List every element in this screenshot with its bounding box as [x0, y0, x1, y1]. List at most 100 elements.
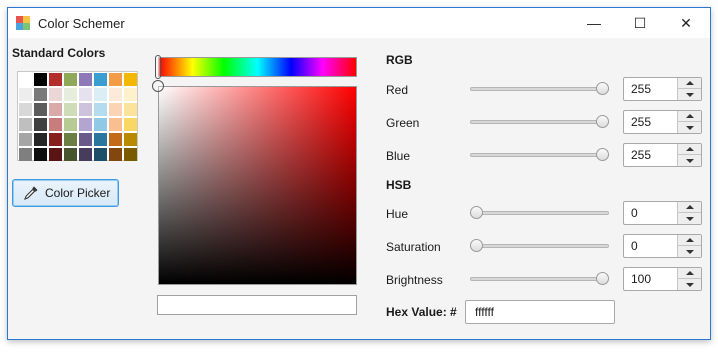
color-swatch[interactable] [109, 73, 122, 86]
blue-increment-button[interactable] [678, 144, 701, 155]
color-swatch[interactable] [109, 103, 122, 116]
maximize-button[interactable]: ☐ [617, 8, 663, 38]
brightness-increment-button[interactable] [678, 268, 701, 279]
color-swatch[interactable] [64, 103, 77, 116]
blue-slider-thumb[interactable] [596, 148, 609, 161]
red-slider-track[interactable] [470, 87, 609, 91]
hue-spinner[interactable]: 0 [623, 201, 702, 225]
green-decrement-button[interactable] [678, 122, 701, 133]
minimize-button[interactable]: — [571, 8, 617, 38]
color-swatch[interactable] [64, 73, 77, 86]
color-swatch[interactable] [94, 148, 107, 161]
color-swatch[interactable] [19, 133, 32, 146]
hex-value-label: Hex Value: # [386, 305, 457, 319]
hue-bar[interactable] [158, 57, 357, 77]
color-swatch[interactable] [34, 73, 47, 86]
color-swatch[interactable] [19, 73, 32, 86]
color-swatch[interactable] [49, 148, 62, 161]
blue-value: 255 [631, 148, 652, 162]
red-slider-thumb[interactable] [596, 82, 609, 95]
color-swatch[interactable] [79, 148, 92, 161]
color-picker-button[interactable]: Color Picker [12, 179, 119, 207]
green-slider-thumb[interactable] [596, 115, 609, 128]
color-swatch[interactable] [49, 133, 62, 146]
hue-slider-track[interactable] [470, 211, 609, 215]
hue-increment-button[interactable] [678, 202, 701, 213]
color-swatch[interactable] [109, 118, 122, 131]
rgb-section-title: RGB [386, 53, 413, 67]
color-swatch[interactable] [34, 118, 47, 131]
saturation-label: Saturation [386, 240, 441, 254]
color-swatch[interactable] [79, 103, 92, 116]
arrow-up-icon [685, 114, 694, 118]
color-swatch[interactable] [34, 103, 47, 116]
color-swatch[interactable] [109, 88, 122, 101]
color-swatch[interactable] [49, 88, 62, 101]
color-swatch[interactable] [34, 148, 47, 161]
color-swatch[interactable] [124, 148, 137, 161]
color-swatch[interactable] [124, 103, 137, 116]
color-swatch[interactable] [64, 133, 77, 146]
green-increment-button[interactable] [678, 111, 701, 122]
color-swatch[interactable] [64, 118, 77, 131]
saturation-increment-button[interactable] [678, 235, 701, 246]
brightness-value: 100 [631, 272, 652, 286]
hue-handle[interactable] [155, 55, 161, 79]
saturation-spinner[interactable]: 0 [623, 234, 702, 258]
saturation-slider-track[interactable] [470, 244, 609, 248]
green-slider-track[interactable] [470, 120, 609, 124]
color-swatch[interactable] [109, 148, 122, 161]
color-swatch[interactable] [19, 118, 32, 131]
blue-slider-track[interactable] [470, 153, 609, 157]
color-swatch[interactable] [34, 133, 47, 146]
brightness-slider-thumb[interactable] [596, 272, 609, 285]
red-spinner[interactable]: 255 [623, 77, 702, 101]
color-swatch[interactable] [64, 148, 77, 161]
green-spinner[interactable]: 255 [623, 110, 702, 134]
color-swatch[interactable] [19, 103, 32, 116]
standard-colors-title: Standard Colors [12, 46, 106, 60]
color-swatch[interactable] [49, 118, 62, 131]
color-swatch[interactable] [94, 88, 107, 101]
color-swatch[interactable] [109, 133, 122, 146]
color-swatch[interactable] [124, 88, 137, 101]
color-swatch[interactable] [94, 73, 107, 86]
color-swatch[interactable] [34, 88, 47, 101]
red-decrement-button[interactable] [678, 89, 701, 100]
color-swatch[interactable] [79, 118, 92, 131]
color-swatch[interactable] [19, 88, 32, 101]
blue-spinner[interactable]: 255 [623, 143, 702, 167]
color-swatch[interactable] [49, 73, 62, 86]
color-swatch[interactable] [64, 88, 77, 101]
saturation-brightness-area[interactable] [158, 86, 357, 285]
brightness-spinner[interactable]: 100 [623, 267, 702, 291]
arrow-down-icon [685, 282, 694, 287]
hue-slider-thumb[interactable] [470, 206, 483, 219]
blue-decrement-button[interactable] [678, 155, 701, 166]
color-swatch[interactable] [49, 103, 62, 116]
saturation-slider-thumb[interactable] [470, 239, 483, 252]
saturation-decrement-button[interactable] [678, 246, 701, 257]
hex-value-input[interactable]: ffffff [465, 300, 615, 324]
saturation-brightness-handle[interactable] [152, 80, 164, 92]
brightness-slider-track[interactable] [470, 277, 609, 281]
color-swatch[interactable] [124, 73, 137, 86]
color-swatch[interactable] [94, 103, 107, 116]
color-swatch[interactable] [79, 133, 92, 146]
color-swatch[interactable] [79, 88, 92, 101]
red-increment-button[interactable] [678, 78, 701, 89]
color-swatch[interactable] [79, 73, 92, 86]
hue-decrement-button[interactable] [678, 213, 701, 224]
brightness-decrement-button[interactable] [678, 279, 701, 290]
hsb-section-title: HSB [386, 178, 412, 192]
title-bar[interactable]: Color Schemer — ☐ ✕ [8, 8, 710, 38]
color-swatch[interactable] [94, 133, 107, 146]
color-swatch[interactable] [124, 133, 137, 146]
color-swatch[interactable] [19, 148, 32, 161]
color-swatch[interactable] [124, 118, 137, 131]
arrow-up-icon [685, 271, 694, 275]
red-label: Red [386, 83, 409, 97]
close-button[interactable]: ✕ [663, 8, 709, 38]
arrow-up-icon [685, 205, 694, 209]
color-swatch[interactable] [94, 118, 107, 131]
